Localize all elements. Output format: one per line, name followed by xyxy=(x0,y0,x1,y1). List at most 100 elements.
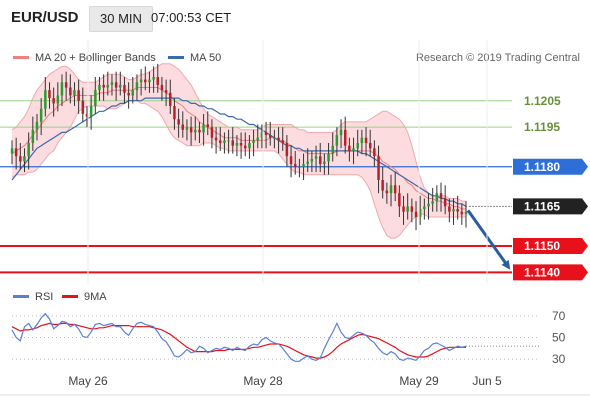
candle-body xyxy=(294,164,297,167)
candle-body xyxy=(135,82,139,91)
candle-body xyxy=(244,145,247,149)
candle-body xyxy=(369,143,372,149)
candle-body xyxy=(177,119,180,125)
candle-body xyxy=(389,185,393,194)
candle-body xyxy=(106,84,109,88)
candle-body xyxy=(460,211,464,215)
candle-body xyxy=(210,127,214,138)
candle-body xyxy=(423,206,426,209)
candle-body xyxy=(277,137,280,141)
candle-body xyxy=(198,129,201,133)
candle-body xyxy=(364,137,368,143)
candle-body xyxy=(427,203,430,207)
candle-body xyxy=(456,209,459,212)
candle-body xyxy=(352,148,355,151)
rsi-tick-label: 70 xyxy=(552,309,566,323)
level-badge-1.1165: 1.1165 xyxy=(513,198,588,215)
candle-body xyxy=(44,90,47,109)
level-badge-1.1180: 1.1180 xyxy=(513,158,588,175)
candle-body xyxy=(393,185,397,194)
candle-body xyxy=(119,84,122,88)
level-label: 1.1195 xyxy=(524,120,560,134)
candle-body xyxy=(64,82,68,88)
candle-body xyxy=(256,137,259,141)
candle-body xyxy=(448,206,451,212)
rsi-panel: 30 50 70 xyxy=(11,309,566,366)
candle-body xyxy=(102,84,105,88)
candle-body xyxy=(319,156,322,165)
candle-body xyxy=(127,92,130,96)
candle-body xyxy=(73,90,76,96)
candle-body xyxy=(148,79,151,83)
candle-body xyxy=(114,82,118,88)
price-chart[interactable]: 1.1205 1.1195 1.1180 1.1165 1.1150 1.1140 30 5… xyxy=(0,0,590,400)
candle-body xyxy=(298,166,301,168)
candle-body xyxy=(48,90,51,99)
candle-body xyxy=(377,156,380,180)
candle-body xyxy=(214,137,218,141)
candle-body xyxy=(248,143,251,149)
candle-body xyxy=(152,77,155,80)
time-axis: May 26 May 28 May 29 Jun 5 xyxy=(0,40,590,396)
rsi-tick-label: 50 xyxy=(552,331,566,345)
rsi-ma9-line xyxy=(11,322,466,359)
candle-body xyxy=(348,145,351,151)
candle-body xyxy=(406,206,409,212)
candle-body xyxy=(69,87,72,96)
candle-body xyxy=(110,82,114,85)
candle-body xyxy=(402,206,405,212)
candle-body xyxy=(219,140,222,143)
candle-body xyxy=(189,127,193,133)
candle-body xyxy=(35,121,39,130)
x-tick-label: May 28 xyxy=(243,374,283,388)
candle-body xyxy=(239,143,243,146)
candle-body xyxy=(160,84,164,91)
candle-body xyxy=(235,143,239,146)
rsi-tick-label: 30 xyxy=(552,352,566,366)
candle-body xyxy=(410,206,414,212)
candle-body xyxy=(360,137,364,143)
candle-body xyxy=(281,140,284,143)
candle-body xyxy=(285,143,289,157)
candle-body xyxy=(89,106,93,117)
candle-body xyxy=(431,201,434,204)
candle-body xyxy=(185,127,189,130)
level-label: 1.1165 xyxy=(524,199,560,213)
candle-body xyxy=(381,180,384,191)
candle-body xyxy=(14,148,18,157)
candle-body xyxy=(252,140,255,143)
level-badge-1.1140: 1.1140 xyxy=(513,264,588,281)
candle-body xyxy=(439,193,443,199)
candle-body xyxy=(269,135,272,138)
candle-body xyxy=(123,84,126,93)
candle-body xyxy=(327,153,330,162)
candle-body xyxy=(39,108,43,122)
candle-body xyxy=(398,193,401,207)
candle-body xyxy=(10,148,14,154)
x-tick-label: May 29 xyxy=(399,374,439,388)
x-tick-label: Jun 5 xyxy=(472,374,502,388)
candle-body xyxy=(19,156,22,162)
candle-body xyxy=(206,124,209,128)
candle-body xyxy=(323,161,326,165)
candle-body xyxy=(202,124,205,133)
candle-body xyxy=(264,132,268,135)
candle-body xyxy=(373,148,376,157)
candle-body xyxy=(98,84,101,91)
level-label: 1.1150 xyxy=(524,239,560,253)
candle-body xyxy=(414,211,418,217)
candle-body xyxy=(331,145,334,154)
candle-body xyxy=(344,129,347,146)
x-tick-label: May 26 xyxy=(68,374,108,388)
level-label: 1.1205 xyxy=(524,94,561,108)
candle-body xyxy=(310,158,314,162)
candle-body xyxy=(56,95,60,104)
candle-body xyxy=(31,129,35,143)
candle-body xyxy=(302,164,305,167)
candle-body xyxy=(169,92,172,106)
forecast-arrow-shaft xyxy=(466,209,510,268)
candle-body xyxy=(443,198,447,207)
candle-body xyxy=(81,100,85,114)
candle-body xyxy=(231,140,234,146)
candle-body xyxy=(356,143,359,149)
